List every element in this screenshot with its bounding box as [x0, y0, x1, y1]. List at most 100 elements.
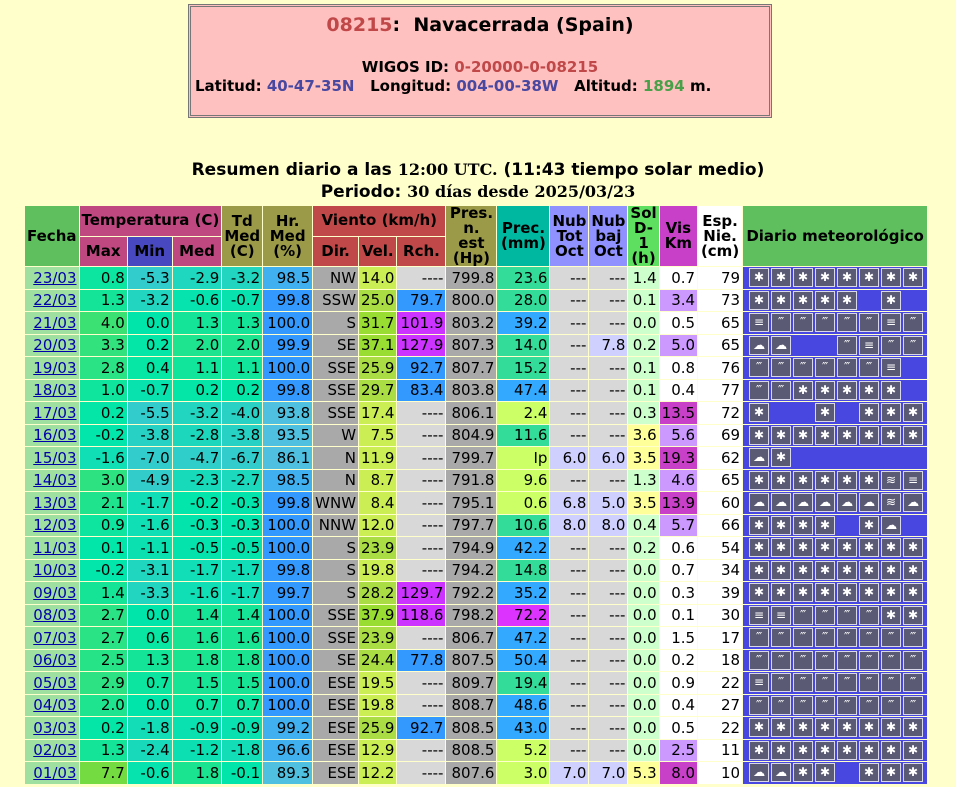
cloud-icon[interactable]: ☁	[771, 335, 792, 355]
snow-icon[interactable]: ✱	[859, 538, 880, 558]
rain-icon[interactable]: ‴	[859, 358, 880, 378]
rain-icon[interactable]: ‴	[859, 650, 880, 670]
cloud-icon[interactable]: ☁	[749, 493, 770, 513]
date-link[interactable]: 05/03	[33, 674, 76, 692]
rain-icon[interactable]: ‴	[793, 695, 814, 715]
snow-icon[interactable]: ✱	[771, 538, 792, 558]
cloud-icon[interactable]: ☁	[859, 493, 880, 513]
snow-icon[interactable]: ✱	[859, 425, 880, 445]
date-link[interactable]: 02/03	[33, 741, 76, 759]
cloud-icon[interactable]: ☁	[881, 515, 902, 535]
rain-icon[interactable]: ‴	[837, 628, 858, 648]
rain-icon[interactable]: ‴	[881, 695, 902, 715]
rain-icon[interactable]: ‴	[859, 695, 880, 715]
snow-icon[interactable]: ✱	[837, 290, 858, 310]
cloud-icon[interactable]: ☁	[749, 335, 770, 355]
snow-icon[interactable]: ✱	[881, 583, 902, 603]
rain-icon[interactable]: ‴	[837, 358, 858, 378]
snow-icon[interactable]: ✱	[815, 740, 836, 760]
rain-icon[interactable]: ‴	[815, 628, 836, 648]
rain-icon[interactable]: ‴	[837, 695, 858, 715]
rain-icon[interactable]: ‴	[859, 628, 880, 648]
snow-icon[interactable]: ✱	[859, 403, 880, 423]
rain-icon[interactable]: ‴	[815, 605, 836, 625]
rain-icon[interactable]: ‴	[771, 695, 792, 715]
rain-icon[interactable]: ‴	[903, 673, 924, 693]
snow-icon[interactable]: ✱	[859, 380, 880, 400]
snow-icon[interactable]: ✱	[815, 403, 836, 423]
snow-icon[interactable]: ✱	[771, 515, 792, 535]
snow-icon[interactable]: ✱	[793, 268, 814, 288]
snow-icon[interactable]: ✱	[815, 583, 836, 603]
rain-icon[interactable]: ‴	[815, 650, 836, 670]
rain-icon[interactable]: ‴	[881, 673, 902, 693]
rain-icon[interactable]: ‴	[749, 628, 770, 648]
cloud-icon[interactable]: ☁	[771, 493, 792, 513]
snow-icon[interactable]: ✱	[903, 740, 924, 760]
date-link[interactable]: 21/03	[33, 314, 76, 332]
rain-icon[interactable]: ‴	[793, 605, 814, 625]
rain-icon[interactable]: ‴	[793, 313, 814, 333]
snow-icon[interactable]: ✱	[837, 268, 858, 288]
snow-icon[interactable]: ✱	[859, 763, 880, 783]
snow-icon[interactable]: ✱	[749, 718, 770, 738]
date-link[interactable]: 23/03	[33, 269, 76, 287]
snow-icon[interactable]: ✱	[771, 583, 792, 603]
rain-icon[interactable]: ‴	[771, 358, 792, 378]
cloud-icon[interactable]: ☁	[771, 763, 792, 783]
fog-icon[interactable]: ≡	[749, 673, 770, 693]
snow-icon[interactable]: ✱	[749, 583, 770, 603]
snow-icon[interactable]: ✱	[749, 470, 770, 490]
snow-icon[interactable]: ✱	[815, 538, 836, 558]
snow-icon[interactable]: ✱	[771, 425, 792, 445]
snow-icon[interactable]: ✱	[749, 290, 770, 310]
snow-icon[interactable]: ✱	[837, 380, 858, 400]
cloud-icon[interactable]: ☁	[903, 493, 924, 513]
snow-icon[interactable]: ✱	[771, 740, 792, 760]
rain-icon[interactable]: ‴	[749, 695, 770, 715]
snow-icon[interactable]: ✱	[837, 718, 858, 738]
rain-icon[interactable]: ‴	[903, 313, 924, 333]
rain-icon[interactable]: ‴	[815, 313, 836, 333]
snow-icon[interactable]: ✱	[749, 268, 770, 288]
rain-icon[interactable]: ‴	[881, 650, 902, 670]
rain-icon[interactable]: ‴	[749, 650, 770, 670]
storm-icon[interactable]: ≋	[881, 493, 902, 513]
snow-icon[interactable]: ✱	[815, 560, 836, 580]
cloud-icon[interactable]: ☁	[749, 763, 770, 783]
fog-icon[interactable]: ≡	[859, 335, 880, 355]
rain-icon[interactable]: ‴	[793, 358, 814, 378]
snow-icon[interactable]: ✱	[881, 560, 902, 580]
snow-icon[interactable]: ✱	[815, 515, 836, 535]
rain-icon[interactable]: ‴	[859, 313, 880, 333]
fog-icon[interactable]: ≡	[749, 605, 770, 625]
fog-icon[interactable]: ≡	[771, 605, 792, 625]
fog-icon[interactable]: ≡	[903, 470, 924, 490]
rain-icon[interactable]: ‴	[903, 695, 924, 715]
rain-icon[interactable]: ‴	[771, 628, 792, 648]
date-link[interactable]: 03/03	[33, 719, 76, 737]
date-link[interactable]: 18/03	[33, 381, 76, 399]
snow-icon[interactable]: ✱	[815, 425, 836, 445]
snow-icon[interactable]: ✱	[859, 560, 880, 580]
snow-icon[interactable]: ✱	[793, 718, 814, 738]
rain-icon[interactable]: ‴	[837, 335, 858, 355]
snow-icon[interactable]: ✱	[793, 425, 814, 445]
snow-icon[interactable]: ✱	[771, 290, 792, 310]
cloud-icon[interactable]: ☁	[793, 493, 814, 513]
snow-icon[interactable]: ✱	[837, 583, 858, 603]
snow-icon[interactable]: ✱	[859, 515, 880, 535]
snow-icon[interactable]: ✱	[903, 583, 924, 603]
fog-icon[interactable]: ≡	[881, 313, 902, 333]
snow-icon[interactable]: ✱	[749, 403, 770, 423]
rain-icon[interactable]: ‴	[793, 673, 814, 693]
snow-icon[interactable]: ✱	[793, 560, 814, 580]
snow-icon[interactable]: ✱	[815, 763, 836, 783]
date-link[interactable]: 13/03	[33, 494, 76, 512]
date-link[interactable]: 20/03	[33, 336, 76, 354]
rain-icon[interactable]: ‴	[815, 695, 836, 715]
rain-icon[interactable]: ‴	[859, 605, 880, 625]
date-link[interactable]: 16/03	[33, 426, 76, 444]
fog-icon[interactable]: ≡	[881, 358, 902, 378]
snow-icon[interactable]: ✱	[881, 290, 902, 310]
